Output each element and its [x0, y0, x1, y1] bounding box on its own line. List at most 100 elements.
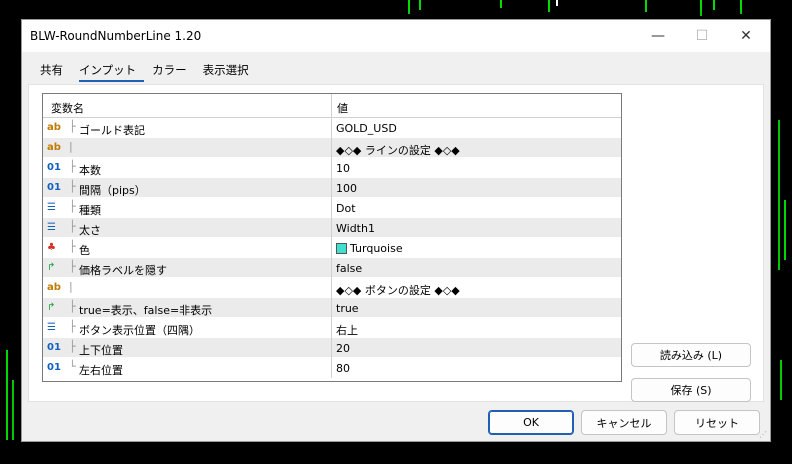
column-header-variable[interactable]: 変数名 [51, 100, 84, 116]
variable-value-text: 80 [336, 362, 350, 375]
variable-value[interactable]: false [336, 262, 362, 275]
variable-value[interactable]: ◆◇◆ ラインの設定 ◆◇◆ [336, 142, 460, 158]
maximize-button[interactable]: ☐ [680, 20, 724, 52]
integer-icon: 01 [47, 182, 61, 193]
variable-value[interactable]: true [336, 302, 359, 315]
column-divider [331, 178, 332, 198]
variable-value[interactable]: 100 [336, 182, 357, 195]
cancel-button[interactable]: キャンセル [581, 410, 667, 435]
grid-row[interactable]: ☰ ├ 種類 Dot [43, 198, 621, 218]
tab-visualization[interactable]: 表示選択 [203, 62, 257, 82]
variable-name: 価格ラベルを隠す [79, 264, 167, 277]
variable-value[interactable]: 右上 [336, 322, 358, 338]
grid-row[interactable]: ☰ ├ 太さ Width1 [43, 218, 621, 238]
variable-value-text: 100 [336, 182, 357, 195]
grid-row[interactable]: ☰ ├ ボタン表示位置（四隅） 右上 [43, 318, 621, 338]
string-icon: ab [47, 122, 61, 133]
variable-value-text: Width1 [336, 222, 375, 235]
save-button[interactable]: 保存 (S) [631, 378, 751, 402]
variable-name: 色 [79, 244, 90, 257]
variable-name: 太さ [79, 224, 101, 237]
tree-connector: ├ [69, 300, 76, 313]
tree-connector: | [69, 280, 73, 293]
reset-button[interactable]: リセット [674, 410, 760, 435]
grid-row[interactable]: ↱ ├ true=表示、false=非表示 true [43, 298, 621, 318]
tree-connector: ├ [69, 240, 76, 253]
variable-value[interactable]: 20 [336, 342, 350, 355]
variable-name: 間隔（pips） [79, 184, 146, 197]
string-icon: ab [47, 142, 61, 153]
grid-row[interactable]: 01 └ 左右位置 80 [43, 358, 621, 378]
tree-connector: └ [69, 360, 76, 373]
grid-row[interactable]: 01 ├ 上下位置 20 [43, 338, 621, 358]
grid-header: 変数名 値 [43, 94, 621, 118]
variable-value-text: ◆◇◆ ラインの設定 ◆◇◆ [336, 144, 460, 157]
variable-value-text: false [336, 262, 363, 275]
window-title: BLW-RoundNumberLine 1.20 [30, 29, 202, 43]
variable-value[interactable]: Turquoise [336, 242, 403, 255]
tree-connector: | [69, 140, 73, 153]
variable-value-text: ◆◇◆ ボタンの設定 ◆◇◆ [336, 284, 460, 297]
grid-row[interactable]: ab ├ ゴールド表記 GOLD_USD [43, 118, 621, 138]
tree-connector: ├ [69, 180, 76, 193]
tree-connector: ├ [69, 260, 76, 273]
variable-value-text: GOLD_USD [336, 122, 397, 135]
variable-value[interactable]: Width1 [336, 222, 375, 235]
enum-icon: ☰ [47, 202, 56, 213]
color-swatch [336, 243, 347, 254]
variable-name: 種類 [79, 204, 101, 217]
tree-connector: ├ [69, 160, 76, 173]
variable-value[interactable]: ◆◇◆ ボタンの設定 ◆◇◆ [336, 282, 460, 298]
minimize-button[interactable]: — [636, 20, 680, 52]
variable-value-text: Dot [336, 202, 356, 215]
grid-row[interactable]: ↱ ├ 価格ラベルを隠す false [43, 258, 621, 278]
color-icon: ♣ [47, 242, 56, 253]
column-divider [331, 218, 332, 238]
integer-icon: 01 [47, 362, 61, 373]
variable-name: 左右位置 [79, 364, 123, 377]
column-divider [331, 298, 332, 318]
tree-connector: ├ [69, 220, 76, 233]
variable-name: 本数 [79, 164, 101, 177]
variable-name: ボタン表示位置（四隅） [79, 324, 200, 337]
grid-row[interactable]: ab | ◆◇◆ ラインの設定 ◆◇◆ [43, 138, 621, 158]
column-divider [331, 258, 332, 278]
variable-name: ゴールド表記 [79, 124, 145, 137]
column-divider [331, 118, 332, 138]
variable-value[interactable]: 10 [336, 162, 350, 175]
load-button[interactable]: 読み込み (L) [631, 343, 751, 367]
ok-button[interactable]: OK [488, 410, 574, 435]
input-dialog: BLW-RoundNumberLine 1.20 — ☐ ✕ 共有 インプット … [21, 19, 771, 442]
tab-common[interactable]: 共有 [40, 62, 71, 82]
variable-value[interactable]: 80 [336, 362, 350, 375]
enum-icon: ☰ [47, 322, 56, 333]
column-divider [331, 158, 332, 178]
tab-inputs[interactable]: インプット [79, 62, 145, 82]
grid-row[interactable]: 01 ├ 間隔（pips） 100 [43, 178, 621, 198]
grid-row[interactable]: ♣ ├ 色 Turquoise [43, 238, 621, 258]
close-button[interactable]: ✕ [724, 20, 768, 52]
tree-connector: ├ [69, 340, 76, 353]
column-divider[interactable] [331, 94, 332, 118]
resize-grip-icon[interactable]: ⋰ [759, 430, 767, 439]
grid-row[interactable]: 01 ├ 本数 10 [43, 158, 621, 178]
column-divider [331, 138, 332, 158]
variable-name: true=表示、false=非表示 [79, 304, 213, 317]
column-divider [331, 318, 332, 338]
column-header-value[interactable]: 値 [337, 100, 348, 116]
variable-value-text: true [336, 302, 359, 315]
variable-value[interactable]: GOLD_USD [336, 122, 397, 135]
integer-icon: 01 [47, 162, 61, 173]
tab-bar: 共有 インプット カラー 表示選択 [40, 62, 265, 84]
string-icon: ab [47, 282, 61, 293]
variable-value[interactable]: Dot [336, 202, 356, 215]
tab-colors[interactable]: カラー [152, 62, 195, 82]
grid-row[interactable]: ab | ◆◇◆ ボタンの設定 ◆◇◆ [43, 278, 621, 298]
inputs-panel: 変数名 値 ab ├ ゴールド表記 GOLD_USD ab | ◆◇◆ ラインの設定 ◆◇◆… [28, 84, 764, 402]
column-divider [331, 238, 332, 258]
column-divider [331, 358, 332, 378]
variable-value-text: Turquoise [350, 242, 403, 255]
tree-connector: ├ [69, 200, 76, 213]
enum-icon: ☰ [47, 222, 56, 233]
variable-value-text: 10 [336, 162, 350, 175]
